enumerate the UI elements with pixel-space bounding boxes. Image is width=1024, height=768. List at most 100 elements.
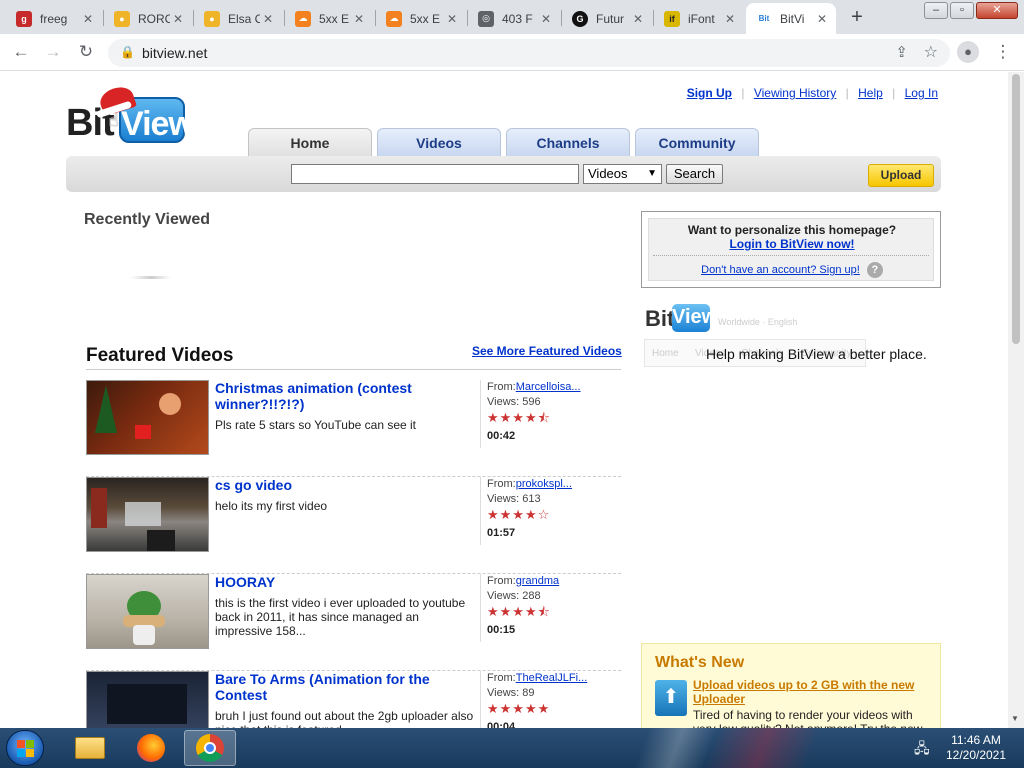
search-category-select[interactable]: Videos ▼ <box>583 164 662 184</box>
search-category-value: Videos <box>588 166 628 181</box>
tab-title: Elsa C <box>228 11 260 26</box>
address-bar[interactable]: 🔒 bitview.net ⇪ ☆ <box>108 39 950 67</box>
share-icon[interactable]: ⇪ <box>895 43 908 61</box>
browser-tab-active[interactable]: Bit BitVi ✕ <box>746 3 836 34</box>
from-label: From: <box>487 381 516 393</box>
clock[interactable]: 11:46 AM 12/20/2021 <box>936 733 1016 763</box>
video-thumbnail[interactable] <box>86 574 209 649</box>
from-label: From: <box>487 478 516 490</box>
bitview-logo[interactable]: Bit View ☝ <box>66 83 195 144</box>
video-title-link[interactable]: Bare To Arms (Animation for the Contest <box>215 671 477 703</box>
uploader-link[interactable]: prokokspl... <box>516 478 572 490</box>
help-link[interactable]: Help <box>858 86 883 100</box>
scroll-down-icon[interactable]: ▼ <box>1011 714 1019 723</box>
browser-tab[interactable]: ◎ 403 F ✕ <box>468 3 560 34</box>
tab-home[interactable]: Home <box>248 128 372 157</box>
new-tab-icon[interactable]: + <box>845 6 869 30</box>
uploader-link[interactable]: grandma <box>516 575 559 587</box>
login-now-link[interactable]: Login to BitView now! <box>729 237 854 251</box>
tab-close-icon[interactable]: ✕ <box>444 11 460 27</box>
reload-icon[interactable]: ↻ <box>74 40 98 64</box>
tab-close-icon[interactable]: ✕ <box>170 11 186 27</box>
video-thumbnail[interactable] <box>86 671 209 728</box>
browser-tab[interactable]: ● Elsa C ✕ <box>194 3 282 34</box>
tab-close-icon[interactable]: ✕ <box>538 11 554 27</box>
tab-close-icon[interactable]: ✕ <box>814 11 830 27</box>
scrollbar-thumb[interactable] <box>1012 74 1020 344</box>
file-explorer-icon[interactable] <box>64 730 116 766</box>
minimize-icon[interactable]: – <box>924 2 948 19</box>
page-content: Sign Up | Viewing History | Help | Log I… <box>0 72 1008 728</box>
tab-favicon-icon: Bit <box>756 10 772 27</box>
page-scrollbar[interactable]: ▼ <box>1008 72 1024 728</box>
tab-videos[interactable]: Videos <box>377 128 501 157</box>
network-icon[interactable]: 🖧 <box>914 738 930 762</box>
uploader-link[interactable]: Marcelloisa... <box>516 381 581 393</box>
tab-favicon-icon: ● <box>114 10 130 27</box>
chrome-icon[interactable] <box>184 730 236 766</box>
menu-dots-icon[interactable]: ⋮ <box>991 40 1015 64</box>
maximize-icon[interactable]: ▫ <box>950 2 974 19</box>
thumbnail-gun <box>147 530 175 551</box>
tab-title: 5xx E <box>319 11 350 26</box>
video-title-link[interactable]: HOORAY <box>215 574 477 590</box>
video-description: Pls rate 5 stars so YouTube can see it <box>215 418 417 432</box>
browser-tab[interactable]: if iFont ✕ <box>654 3 744 34</box>
whats-new-text: Tired of having to render your videos wi… <box>693 708 922 728</box>
personalize-box: Want to personalize this homepage? Login… <box>641 211 941 288</box>
browser-tab[interactable]: G Futur ✕ <box>562 3 652 34</box>
search-input[interactable] <box>291 164 579 184</box>
whats-new-link[interactable]: Upload videos up to 2 GB with the new Up… <box>693 678 929 706</box>
profile-avatar-icon[interactable]: ● <box>957 41 979 63</box>
screen: g freeg ✕ ● RORC ✕ ● Elsa C ✕ ☁ 5xx E ✕ … <box>0 0 1024 768</box>
whats-new-box: What's New ⬆ Upload videos up to 2 GB wi… <box>641 643 941 728</box>
browser-tab[interactable]: ☁ 5xx E ✕ <box>376 3 466 34</box>
thumbnail-gift <box>135 425 151 439</box>
signup-prompt-link[interactable]: Don't have an account? Sign up! <box>701 264 860 276</box>
video-duration: 01:57 <box>487 527 516 539</box>
viewing-history-link[interactable]: Viewing History <box>754 86 836 100</box>
see-more-featured-link[interactable]: See More Featured Videos <box>472 344 622 358</box>
video-title-link[interactable]: Christmas animation (contest winner?!!?!… <box>215 380 477 412</box>
video-thumbnail[interactable] <box>86 380 209 455</box>
tab-close-icon[interactable]: ✕ <box>80 11 96 27</box>
lock-icon[interactable]: 🔒 <box>120 45 135 59</box>
close-window-icon[interactable]: ✕ <box>976 2 1018 19</box>
search-button[interactable]: Search <box>666 164 723 184</box>
sign-up-link[interactable]: Sign Up <box>687 86 732 100</box>
thumbnail-character <box>159 393 181 415</box>
browser-tab[interactable]: ☁ 5xx E ✕ <box>285 3 373 34</box>
mouse-cursor-icon: ☝ <box>108 110 119 130</box>
browser-tab[interactable]: ● RORC ✕ <box>104 3 192 34</box>
personalize-inner: Want to personalize this homepage? Login… <box>648 218 934 281</box>
start-button[interactable] <box>6 730 44 766</box>
video-title-link[interactable]: cs go video <box>215 477 477 493</box>
from-label: From: <box>487 575 516 587</box>
star-rating-icon: ★★★★⯪ <box>487 410 551 425</box>
upload-button[interactable]: Upload <box>868 164 934 187</box>
video-row: cs go video helo its my first video From… <box>86 477 621 574</box>
tab-close-icon[interactable]: ✕ <box>351 11 367 27</box>
uploader-link[interactable]: TheRealJLFi... <box>516 672 588 684</box>
search-bar: Videos ▼ Search Upload <box>66 156 941 192</box>
views-label: Views: <box>487 590 520 602</box>
tab-title: 403 F <box>502 11 533 26</box>
video-duration: 00:15 <box>487 624 516 636</box>
video-description: this is the first video i ever uploaded … <box>215 596 466 638</box>
tab-channels[interactable]: Channels <box>506 128 630 157</box>
tab-community[interactable]: Community <box>635 128 759 157</box>
video-duration: 00:42 <box>487 430 516 442</box>
tab-close-icon[interactable]: ✕ <box>630 11 646 27</box>
forward-icon[interactable]: → <box>41 40 65 64</box>
help-question-icon[interactable]: ? <box>866 262 883 278</box>
firefox-icon[interactable] <box>125 730 177 766</box>
url-text[interactable]: bitview.net <box>142 45 207 61</box>
bookmark-star-icon[interactable]: ☆ <box>924 42 938 62</box>
video-thumbnail[interactable] <box>86 477 209 552</box>
log-in-link[interactable]: Log In <box>905 86 938 100</box>
browser-tab[interactable]: g freeg ✕ <box>6 3 102 34</box>
tab-close-icon[interactable]: ✕ <box>722 11 738 27</box>
tab-close-icon[interactable]: ✕ <box>260 11 276 27</box>
video-meta: From:prokokspl... Views: 613 ★★★★☆ 01:57 <box>480 477 622 545</box>
back-icon[interactable]: ← <box>9 40 33 64</box>
